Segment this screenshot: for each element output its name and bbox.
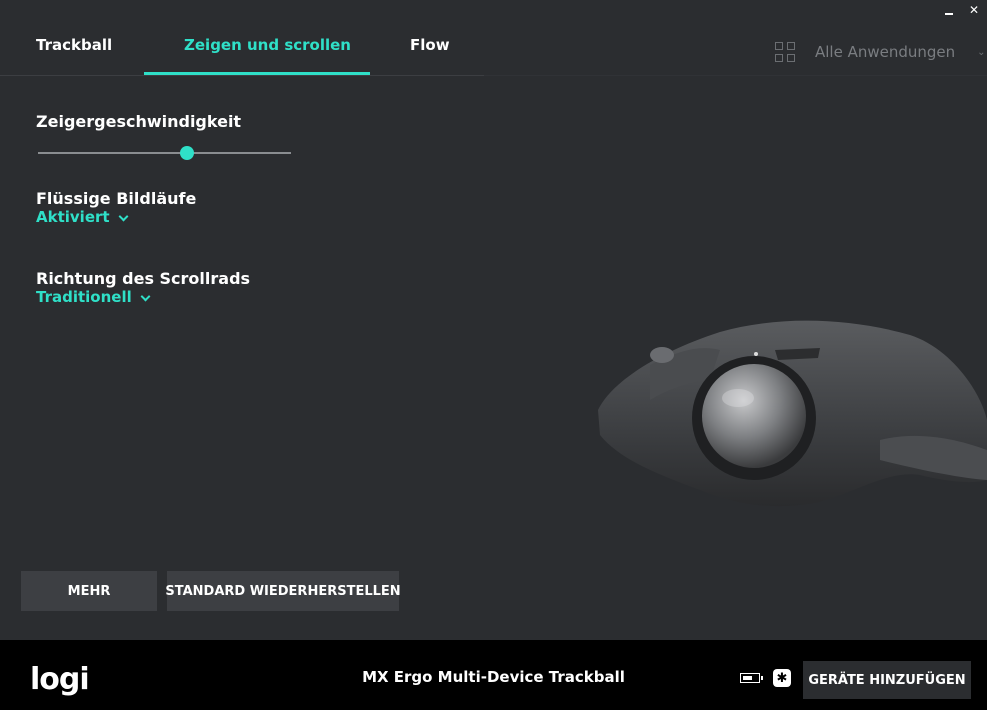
- slider-thumb[interactable]: [180, 146, 195, 160]
- pointer-speed-slider[interactable]: [38, 146, 291, 160]
- chevron-down-icon: ⌄: [977, 46, 986, 58]
- smooth-scrolling-title: Flüssige Bildläufe: [36, 189, 197, 208]
- restore-defaults-button[interactable]: STANDARD WIEDERHERSTELLEN: [165, 571, 401, 611]
- chevron-down-icon: [140, 291, 151, 301]
- smooth-scrolling-value: Aktiviert: [36, 208, 110, 226]
- chevron-down-icon: [118, 211, 129, 221]
- application-selector-label: Alle Anwendungen: [815, 43, 956, 61]
- tab-bar: Trackball Zeigen und scrollen Flow: [0, 0, 484, 76]
- active-tab-indicator: [144, 72, 370, 75]
- scroll-direction-title: Richtung des Scrollrads: [36, 269, 251, 288]
- scroll-direction-value: Traditionell: [36, 288, 132, 306]
- application-selector[interactable]: Alle Anwendungen ⌄: [775, 42, 986, 62]
- pointer-speed-title: Zeigergeschwindigkeit: [36, 112, 242, 131]
- more-button[interactable]: MEHR: [21, 571, 157, 611]
- scroll-direction-dropdown[interactable]: Traditionell: [36, 288, 151, 306]
- window-controls: ✕: [944, 0, 979, 20]
- bluetooth-icon: ✱: [773, 669, 791, 687]
- tab-point-scroll[interactable]: Zeigen und scrollen: [184, 36, 351, 54]
- close-icon[interactable]: ✕: [969, 4, 979, 16]
- tab-flow[interactable]: Flow: [410, 36, 450, 54]
- smooth-scrolling-dropdown[interactable]: Aktiviert: [36, 208, 129, 226]
- battery-icon: [740, 673, 763, 683]
- footer: logi MX Ergo Multi-Device Trackball ✱ GE…: [0, 640, 987, 710]
- trackball-device-image: [598, 320, 987, 507]
- tab-trackball[interactable]: Trackball: [36, 36, 112, 54]
- minimize-icon[interactable]: [944, 13, 953, 15]
- grid-icon: [775, 42, 795, 62]
- add-devices-button[interactable]: GERÄTE HINZUFÜGEN: [803, 661, 971, 699]
- divider: [484, 75, 987, 76]
- battery-level: [743, 676, 752, 680]
